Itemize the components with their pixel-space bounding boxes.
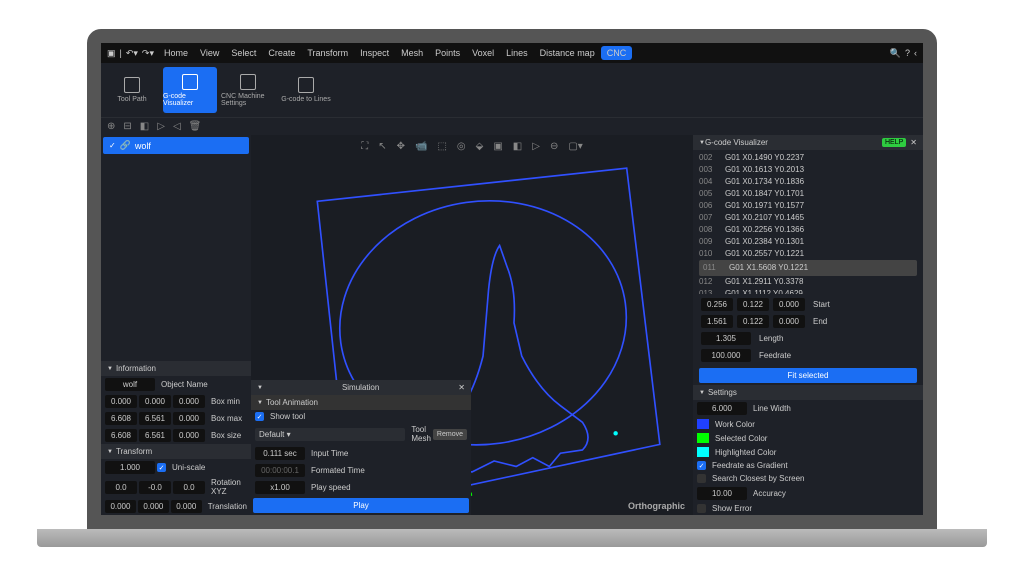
highlighted-color-swatch[interactable] [697, 447, 709, 457]
tool-icon[interactable]: ▷ [157, 121, 165, 132]
tool-animation-header[interactable]: Tool Animation [251, 395, 471, 410]
divider-icon: | [120, 48, 122, 58]
error-check[interactable] [697, 504, 706, 513]
gcode-line[interactable]: 003G01 X0.1613 Y0.2013 [699, 164, 917, 176]
menu-distance-map[interactable]: Distance map [534, 46, 601, 60]
left-toolbar: ⊕ ⊟ ◧ ▷ ◁ 🗑 [101, 117, 923, 135]
input-time[interactable]: 0.111 sec [255, 447, 305, 460]
menu-select[interactable]: Select [225, 46, 262, 60]
menu-points[interactable]: Points [429, 46, 466, 60]
accuracy-input[interactable]: 10.00 [697, 487, 747, 500]
settings-header[interactable]: Settings [693, 385, 923, 400]
simulation-panel: Simulation✕ Tool Animation ✓Show tool De… [251, 380, 471, 515]
undo-icon[interactable]: ↶▾ [126, 48, 138, 59]
menu-create[interactable]: Create [262, 46, 301, 60]
gcode-line[interactable]: 011G01 X1.5608 Y0.1221 [699, 260, 917, 276]
help-icon[interactable]: ? [905, 48, 910, 58]
gcode-panel: ▼ G-code VisualizerHELP✕ 002G01 X0.1490 … [693, 135, 923, 515]
gcode-line[interactable]: 009G01 X0.2384 Y0.1301 [699, 236, 917, 248]
projection-label: Orthographic [628, 501, 685, 511]
gcode-line[interactable]: 005G01 X0.1847 Y0.1701 [699, 188, 917, 200]
remove-button[interactable]: Remove [433, 429, 467, 440]
search-icon[interactable]: 🔍 [890, 48, 901, 59]
viewport[interactable]: ⛶ ↖ ✥ 📹 ⬚ ◎ ⬙ ▣ ◧ ▷ ⊖ ▢▾ Orthographic Si [251, 135, 693, 515]
ribbon-tool-path[interactable]: Tool Path [105, 67, 159, 113]
app-window: ▣ | ↶▾ ↷▾ HomeViewSelectCreateTransformI… [87, 29, 937, 529]
selected-color-swatch[interactable] [697, 433, 709, 443]
tool-icon[interactable]: ⊕ [107, 121, 115, 132]
formatted-time: 00:00:00.1 [255, 464, 305, 477]
fit-selected-button[interactable]: Fit selected [699, 368, 917, 383]
ribbon-g-code-to-lines[interactable]: G-code to Lines [279, 67, 333, 113]
menu-transform[interactable]: Transform [301, 46, 354, 60]
collapse-icon[interactable]: ‹ [914, 48, 917, 58]
gcode-line[interactable]: 010G01 X0.2557 Y0.1221 [699, 248, 917, 260]
object-name: wolf [105, 378, 155, 391]
gcode-line[interactable]: 012G01 X1.2911 Y0.3378 [699, 276, 917, 288]
menu-home[interactable]: Home [158, 46, 194, 60]
line-width-input[interactable]: 6.000 [697, 402, 747, 415]
menu-lines[interactable]: Lines [500, 46, 534, 60]
link-icon: 🔗 [120, 140, 131, 151]
play-speed[interactable]: x1.00 [255, 481, 305, 494]
information-header[interactable]: Information [101, 361, 251, 376]
menu-mesh[interactable]: Mesh [395, 46, 429, 60]
show-tool-check[interactable]: ✓ [255, 412, 264, 421]
gcode-line[interactable]: 008G01 X0.2256 Y0.1366 [699, 224, 917, 236]
menu-inspect[interactable]: Inspect [354, 46, 395, 60]
app-icon[interactable]: ▣ [107, 48, 116, 59]
transform-header[interactable]: Transform [101, 444, 251, 459]
gcode-line[interactable]: 004G01 X0.1734 Y0.1836 [699, 176, 917, 188]
ribbon-cnc-machine-settings[interactable]: CNC Machine Settings [221, 67, 275, 113]
tool-icon[interactable]: ◧ [140, 121, 149, 132]
ribbon-g-code-visualizer[interactable]: G-code Visualizer [163, 67, 217, 113]
gcode-line[interactable]: 006G01 X0.1971 Y0.1577 [699, 200, 917, 212]
close-icon[interactable]: ✕ [910, 138, 917, 147]
menu-voxel[interactable]: Voxel [466, 46, 500, 60]
tool-icon[interactable]: ◁ [173, 121, 181, 132]
play-button[interactable]: Play [253, 498, 469, 513]
work-color-swatch[interactable] [697, 419, 709, 429]
menu-view[interactable]: View [194, 46, 225, 60]
gcode-line[interactable]: 007G01 X0.2107 Y0.1465 [699, 212, 917, 224]
ribbon: Tool PathG-code VisualizerCNC Machine Se… [101, 63, 923, 117]
tree-item-wolf[interactable]: 🔗 wolf [103, 137, 249, 154]
redo-icon[interactable]: ↷▾ [142, 48, 154, 59]
tool-mesh-select[interactable]: Default ▾ [255, 428, 405, 441]
delete-icon[interactable]: 🗑 [189, 121, 202, 132]
laptop-base [37, 529, 987, 547]
closest-check[interactable] [697, 474, 706, 483]
uniscale-check[interactable]: ✓ [157, 463, 166, 472]
left-panel: 🔗 wolf Information wolfObject Name 0.000… [101, 135, 251, 515]
help-badge[interactable]: HELP [882, 138, 906, 147]
close-icon[interactable]: ✕ [458, 383, 465, 392]
tool-icon[interactable]: ⊟ [123, 121, 131, 132]
menu-cnc[interactable]: CNC [601, 46, 633, 60]
menubar: ▣ | ↶▾ ↷▾ HomeViewSelectCreateTransformI… [101, 43, 923, 63]
gcode-line[interactable]: 002G01 X0.1490 Y0.2237 [699, 152, 917, 164]
gradient-check[interactable]: ✓ [697, 461, 706, 470]
uniscale-input[interactable]: 1.000 [105, 461, 155, 474]
